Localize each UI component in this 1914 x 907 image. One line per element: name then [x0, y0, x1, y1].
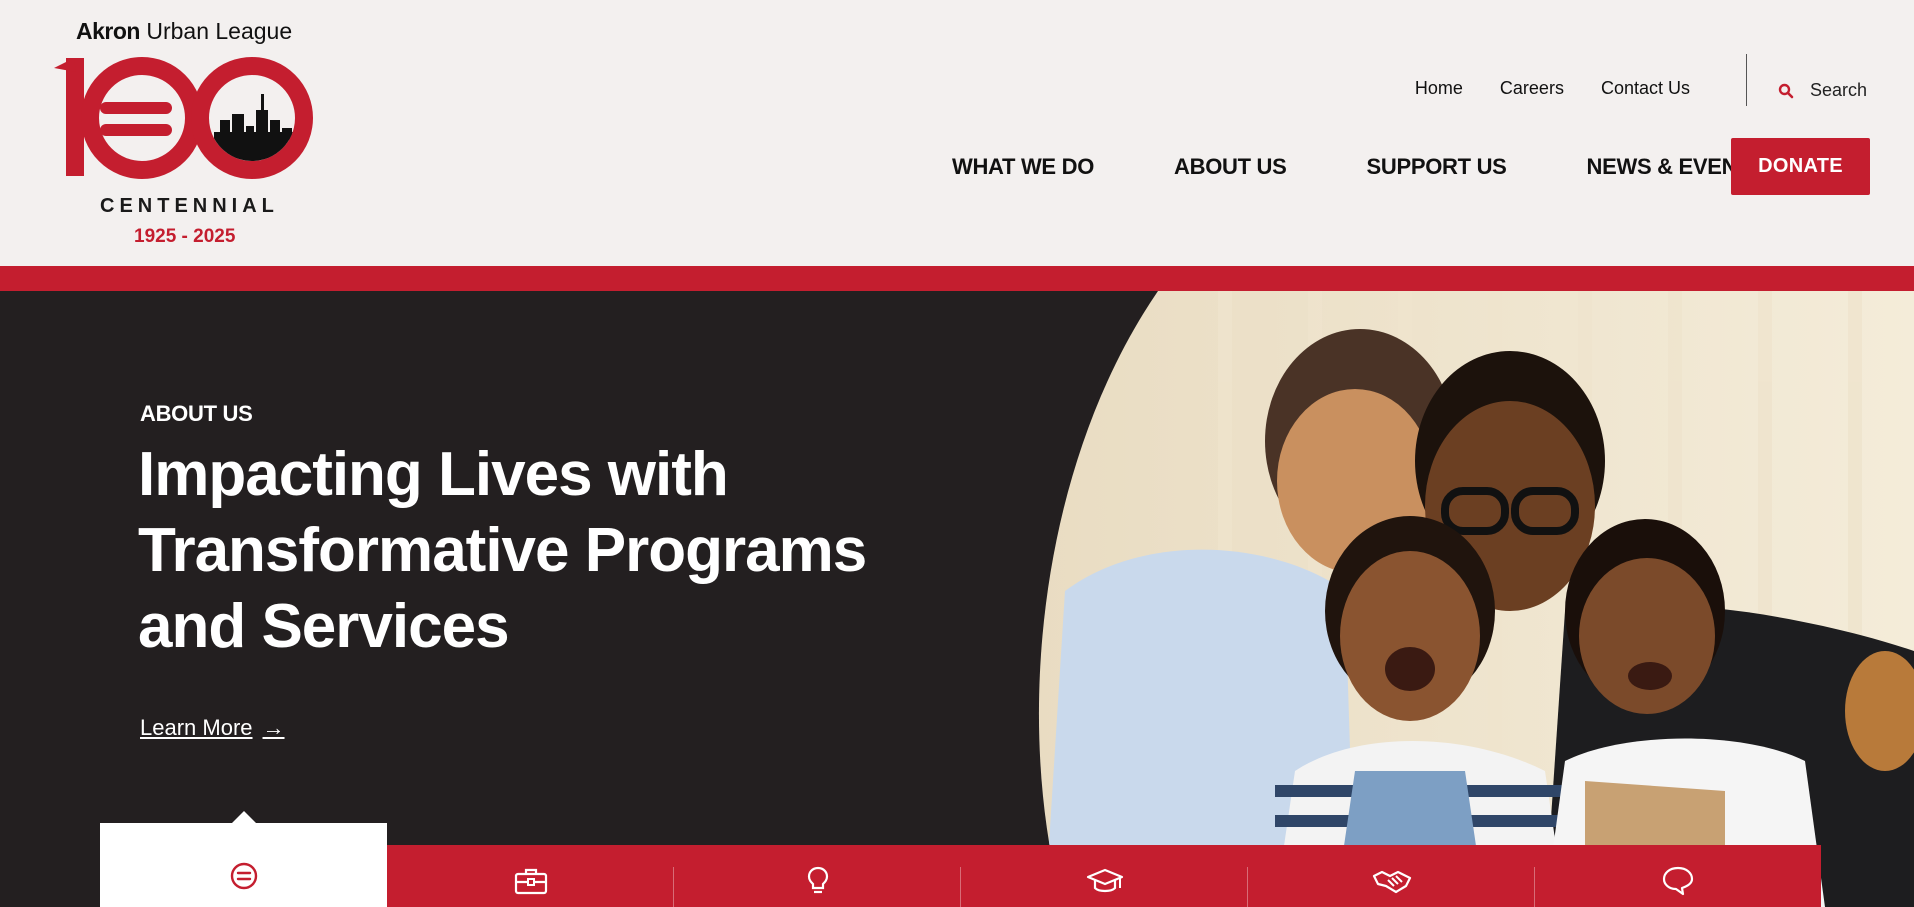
- header-red-band: [0, 266, 1914, 291]
- briefcase-icon: [514, 868, 547, 895]
- tab-handshake[interactable]: [1248, 845, 1535, 907]
- logo-centennial: CENTENNIAL: [100, 195, 279, 217]
- site-header: Akron Urban League CENTENNIAL 1925 - 202…: [0, 0, 1914, 266]
- speech-bubble-icon: [1662, 866, 1694, 896]
- utility-nav: Home Careers Contact Us: [1378, 78, 1690, 99]
- learn-more-label: Learn More: [140, 715, 253, 740]
- handshake-icon: [1372, 870, 1411, 894]
- program-tabs: [100, 811, 1821, 907]
- site-logo[interactable]: Akron Urban League CENTENNIAL 1925 - 202…: [52, 14, 322, 254]
- utility-link-home[interactable]: Home: [1415, 78, 1463, 99]
- logo-wordmark: Akron Urban League: [76, 18, 292, 45]
- search-icon: [1778, 83, 1794, 98]
- arrow-right-icon: →: [262, 715, 285, 740]
- equal-circle-icon: [230, 862, 257, 890]
- nav-what-we-do[interactable]: WHAT WE DO: [952, 154, 1094, 180]
- nav-about-us[interactable]: ABOUT US: [1174, 154, 1287, 180]
- logo-years: 1925 - 2025: [134, 226, 236, 247]
- centennial-100-mark: [54, 57, 313, 179]
- logo-org-bold: Akron: [76, 18, 140, 44]
- graduation-cap-icon: [1086, 868, 1123, 893]
- search-button[interactable]: Search: [1778, 80, 1867, 101]
- logo-org-rest: Urban League: [146, 18, 293, 44]
- hero-title: Impacting Lives with Transformative Prog…: [138, 440, 867, 661]
- lightbulb-icon: [807, 866, 828, 894]
- nav-support-us[interactable]: SUPPORT US: [1367, 154, 1507, 180]
- utility-link-careers[interactable]: Careers: [1500, 78, 1564, 99]
- donate-button[interactable]: DONATE: [1731, 138, 1870, 195]
- tab-equal-circle[interactable]: [100, 811, 387, 907]
- hero-section: ABOUT US Impacting Lives with Transforma…: [0, 291, 1914, 907]
- tab-graduation[interactable]: [961, 845, 1248, 907]
- tab-briefcase[interactable]: [387, 845, 674, 907]
- tab-speech-bubble[interactable]: [1535, 845, 1821, 907]
- family-photo: [1038, 291, 1914, 907]
- main-nav: WHAT WE DO ABOUT US SUPPORT US NEWS & EV…: [952, 154, 1765, 180]
- hero-eyebrow: ABOUT US: [140, 401, 253, 426]
- search-label: Search: [1810, 80, 1868, 100]
- learn-more-link[interactable]: Learn More →: [140, 715, 285, 741]
- tab-lightbulb[interactable]: [674, 845, 961, 907]
- utility-link-contact-us[interactable]: Contact Us: [1601, 78, 1690, 99]
- utility-divider: [1746, 54, 1747, 106]
